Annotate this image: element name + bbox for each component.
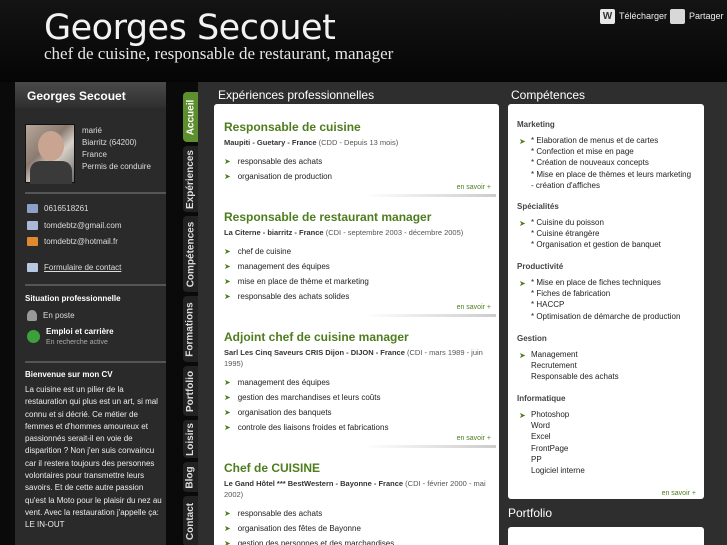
driving-license: Permis de conduire <box>82 162 151 171</box>
profile-title: Georges Secouet <box>15 82 166 108</box>
word-document-icon: W <box>600 8 615 24</box>
site-header: Georges Secouet chef de cuisine, respons… <box>0 0 727 82</box>
job-title[interactable]: Chef de CUISINE <box>224 461 494 475</box>
divider <box>364 194 496 197</box>
competences-panel: Marketing ➤ * Elaboration de menus et de… <box>508 104 704 499</box>
job-title[interactable]: Responsable de cuisine <box>224 120 494 134</box>
tab-experiences[interactable]: Expériences <box>183 146 198 212</box>
share-label: Partager <box>689 11 724 21</box>
profile-photo <box>25 124 75 184</box>
employment-status: En recherche active <box>46 339 108 346</box>
group-title: Productivité <box>517 262 564 271</box>
tab-competences[interactable]: Compétences <box>183 216 198 292</box>
experiences-panel: Responsable de cuisine Maupiti - Guetary… <box>214 104 499 545</box>
job-entry: Chef de CUISINE Le Gand Hôtel *** BestWe… <box>224 461 494 545</box>
job-tasks: management des équipesgestion des marcha… <box>224 375 494 435</box>
portfolio-heading: Portfolio <box>508 506 553 520</box>
arrow-icon: ➤ <box>519 351 526 360</box>
about-text: La cuisine est un pilier de la restaurat… <box>25 385 162 530</box>
about-title: Bienvenue sur mon CV <box>25 370 113 379</box>
phone-icon <box>27 204 38 213</box>
job-tasks: responsable des achatsorganisation des f… <box>224 506 494 545</box>
city: Biarritz (64200) <box>82 138 137 147</box>
email-row[interactable]: tomdebtz@hotmail.fr <box>27 237 118 246</box>
divider <box>364 314 496 317</box>
more-link[interactable]: en savoir + <box>457 304 491 311</box>
site-subtitle: chef de cuisine, responsable de restaura… <box>44 44 394 63</box>
share-button[interactable]: Partager <box>670 8 724 24</box>
arrow-icon: ➤ <box>519 137 526 146</box>
employment-title: Emploi et carrière <box>46 327 114 336</box>
profile-sidebar: Georges Secouet marié Biarritz (64200) F… <box>15 82 166 545</box>
situation-title: Situation professionnelle <box>25 294 121 303</box>
main-content: Expériences professionnelles Compétences… <box>198 82 727 545</box>
arrow-icon: ➤ <box>519 411 526 420</box>
job-company: Le Gand Hôtel *** BestWestern - Bayonne … <box>224 479 486 499</box>
mail-icon <box>27 221 38 230</box>
divider <box>25 192 166 194</box>
email-row[interactable]: tomdebtz@gmail.com <box>27 221 121 230</box>
competence-group: Gestion ➤ Management Recrutement Responsab… <box>517 334 699 383</box>
employment-row: Emploi et carrière En recherche active <box>27 327 114 346</box>
tab-portfolio[interactable]: Portfolio <box>183 366 198 416</box>
tab-loisirs[interactable]: Loisirs <box>183 420 198 458</box>
job-entry: Adjoint chef de cuisine manager Sarl Les… <box>224 330 494 435</box>
group-title: Spécialités <box>517 202 559 211</box>
download-button[interactable]: W Télécharger <box>600 8 667 24</box>
job-tasks: responsable des achatsorganisation de pr… <box>224 154 494 184</box>
competence-group: Spécialités ➤ * Cuisine du poisson * Cuis… <box>517 202 699 251</box>
msn-icon <box>27 237 38 246</box>
experiences-heading: Expériences professionnelles <box>218 88 375 102</box>
email-2[interactable]: tomdebtz@hotmail.fr <box>44 237 118 246</box>
site-title: Georges Secouet <box>44 8 336 48</box>
competence-group: Marketing ➤ * Elaboration de menus et de… <box>517 120 699 191</box>
situation-row: En poste <box>27 310 75 321</box>
check-icon <box>27 330 40 343</box>
more-link[interactable]: en savoir + <box>662 490 696 497</box>
phone-number: 0616518261 <box>44 204 89 213</box>
group-title: Informatique <box>517 394 566 403</box>
competence-group: Productivité ➤ * Mise en place de fiches… <box>517 262 699 322</box>
job-company: Maupiti - Guetary - France (CDD - Depuis… <box>224 138 399 147</box>
divider <box>364 445 496 448</box>
more-link[interactable]: en savoir + <box>457 435 491 442</box>
group-title: Marketing <box>517 120 555 129</box>
job-tasks: chef de cuisinemanagement des équipesmis… <box>224 244 494 304</box>
competences-heading: Compétences <box>511 88 586 102</box>
contact-form-row[interactable]: Formulaire de contact <box>27 263 121 272</box>
download-label: Télécharger <box>619 11 668 21</box>
tab-formations[interactable]: Formations <box>183 296 198 362</box>
group-title: Gestion <box>517 334 547 343</box>
country: France <box>82 150 107 159</box>
more-link[interactable]: en savoir + <box>457 184 491 191</box>
tab-contact[interactable]: Contact <box>183 496 198 545</box>
job-entry: Responsable de restaurant manager La Cit… <box>224 210 494 304</box>
contact-form-link[interactable]: Formulaire de contact <box>44 263 121 272</box>
job-title[interactable]: Adjoint chef de cuisine manager <box>224 330 494 344</box>
tab-blog[interactable]: Blog <box>183 462 198 492</box>
email-1[interactable]: tomdebtz@gmail.com <box>44 221 121 230</box>
tab-accueil[interactable]: Accueil <box>183 92 198 142</box>
phone-row: 0616518261 <box>27 204 89 213</box>
arrow-icon: ➤ <box>519 279 526 288</box>
marital-status: marié <box>82 126 103 135</box>
job-company: Sarl Les Cinq Saveurs CRIS Dijon - DIJON… <box>224 348 483 368</box>
share-icon <box>670 8 685 24</box>
arrow-icon: ➤ <box>519 219 526 228</box>
person-icon <box>27 310 37 321</box>
job-title[interactable]: Responsable de restaurant manager <box>224 210 494 224</box>
job-company: La Citerne - biarritz - France (CDI - se… <box>224 228 464 237</box>
situation-value: En poste <box>43 311 75 320</box>
envelope-icon <box>27 263 38 272</box>
job-entry: Responsable de cuisine Maupiti - Guetary… <box>224 120 494 184</box>
divider <box>25 361 166 363</box>
competence-group: Informatique ➤ Photoshop Word Excel FrontPa… <box>517 394 699 476</box>
portfolio-panel <box>508 527 704 545</box>
divider <box>25 284 166 286</box>
